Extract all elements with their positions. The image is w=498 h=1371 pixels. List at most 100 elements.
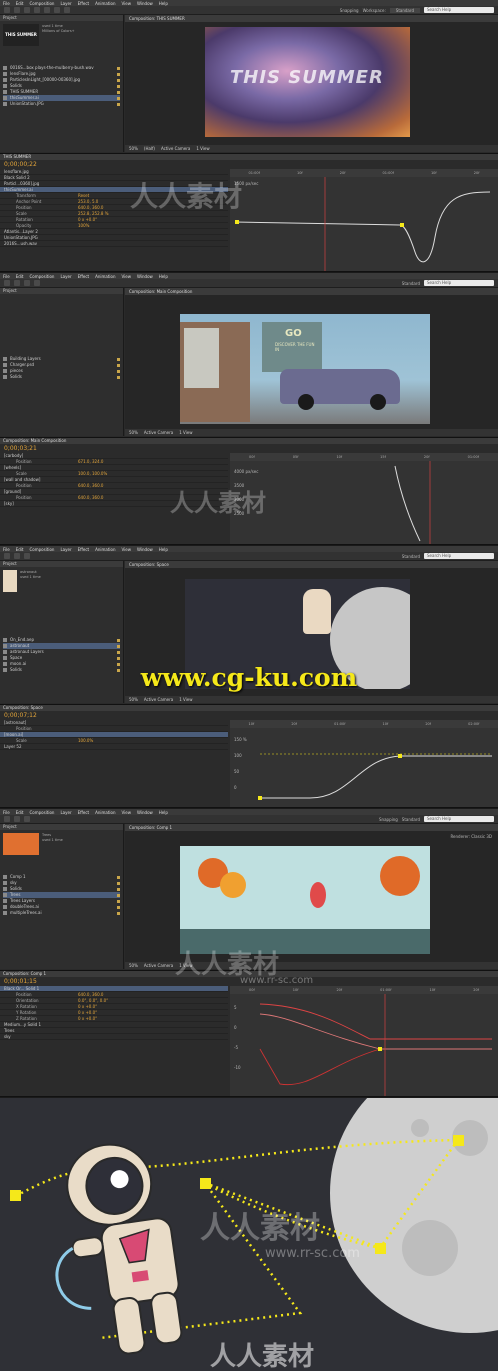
property-value[interactable]: 100.0, 100.0% [78, 471, 107, 476]
hand-tool-icon[interactable] [14, 553, 20, 559]
menu-item-view[interactable]: View [122, 1, 132, 6]
views-select[interactable]: 1 View [179, 697, 192, 702]
camera-select[interactable]: Active Camera [144, 697, 173, 702]
layer-row[interactable]: Layer 52 [0, 744, 228, 750]
property-value[interactable]: 640.0, 360.0 [78, 495, 103, 500]
text-tool-icon[interactable] [64, 7, 70, 13]
property-value[interactable]: 640.0, 360.0 [78, 483, 103, 488]
menu-item-file[interactable]: File [3, 1, 10, 6]
composition-tab[interactable]: Composition: Space [125, 561, 498, 568]
graph-editor[interactable]: 10f 20f 01:00f 10f 20f 02:00f 150 % 100 50 0 [230, 720, 498, 807]
property-value[interactable]: 100% [78, 223, 89, 228]
property-value[interactable]: Reset [78, 193, 89, 198]
property-value[interactable]: 0 x +0.0° [78, 1016, 97, 1021]
search-help-input[interactable]: Search Help [424, 280, 494, 286]
time-ruler[interactable]: 00f 05f 10f 15f 20f 01:00f [230, 453, 498, 461]
views-select[interactable]: 1 View [179, 430, 192, 435]
graph-editor[interactable]: 00f 10f 20f 01:00f 10f 20f 5 0 -5 -10 [230, 986, 498, 1096]
menu-item-composition[interactable]: Composition [29, 810, 54, 815]
menu-item-layer[interactable]: Layer [60, 547, 71, 552]
zoom-tool-icon[interactable] [24, 7, 30, 13]
camera-select[interactable]: Active Camera [161, 146, 190, 151]
composition-viewer[interactable]: THIS SUMMER [205, 27, 410, 137]
workspace-select[interactable]: Standard [402, 281, 420, 286]
menu-item-animation[interactable]: Animation [95, 547, 115, 552]
menu-item-animation[interactable]: Animation [95, 274, 115, 279]
selection-tool-icon[interactable] [4, 280, 10, 286]
rotate-tool-icon[interactable] [34, 7, 40, 13]
zoom-tool-icon[interactable] [24, 553, 30, 559]
time-ruler[interactable]: 01:00f 10f 20f 01:00f 10f 20f [230, 169, 498, 177]
zoom-tool-icon[interactable] [24, 280, 30, 286]
menu-item-help[interactable]: Help [159, 274, 168, 279]
menu-item-composition[interactable]: Composition [29, 547, 54, 552]
project-item[interactable]: UnionStation.JPG [3, 101, 120, 107]
menu-item-help[interactable]: Help [159, 810, 168, 815]
pen-tool-icon[interactable] [54, 7, 60, 13]
menu-item-view[interactable]: View [122, 547, 132, 552]
workspace-select[interactable]: Standard [402, 817, 420, 822]
menu-item-effect[interactable]: Effect [78, 810, 90, 815]
resolution-select[interactable]: (Half) [144, 146, 155, 151]
project-tab[interactable]: Project [0, 288, 123, 294]
menu-item-file[interactable]: File [3, 274, 10, 279]
menu-item-composition[interactable]: Composition [29, 1, 54, 6]
menu-item-help[interactable]: Help [159, 547, 168, 552]
views-select[interactable]: 1 View [196, 146, 209, 151]
menu-item-window[interactable]: Window [137, 547, 153, 552]
menu-item-effect[interactable]: Effect [78, 274, 90, 279]
menu-item-layer[interactable]: Layer [60, 1, 71, 6]
renderer-label[interactable]: Renderer: Classic 3D [450, 834, 492, 839]
menu-item-animation[interactable]: Animation [95, 1, 115, 6]
menu-item-view[interactable]: View [122, 810, 132, 815]
menu-item-edit[interactable]: Edit [16, 810, 24, 815]
menu-item-edit[interactable]: Edit [16, 1, 24, 6]
graph-editor[interactable]: 01:00f 10f 20f 01:00f 10f 20f 1500 px/sec [230, 169, 498, 271]
menu-item-effect[interactable]: Effect [78, 1, 90, 6]
menu-item-file[interactable]: File [3, 547, 10, 552]
selection-tool-icon[interactable] [4, 553, 10, 559]
zoom-select[interactable]: 50% [129, 146, 138, 151]
menu-item-window[interactable]: Window [137, 1, 153, 6]
menu-item-layer[interactable]: Layer [60, 810, 71, 815]
search-help-input[interactable]: Search Help [424, 7, 494, 13]
zoom-select[interactable]: 50% [129, 697, 138, 702]
menu-item-composition[interactable]: Composition [29, 274, 54, 279]
menu-item-file[interactable]: File [3, 810, 10, 815]
time-ruler[interactable]: 10f 20f 01:00f 10f 20f 02:00f [230, 720, 498, 728]
search-help-input[interactable]: Search Help [424, 553, 494, 559]
camera-tool-icon[interactable] [44, 7, 50, 13]
graph-editor[interactable]: 00f 05f 10f 15f 20f 01:00f 4000 px/sec 3500 300… [230, 453, 498, 544]
camera-select[interactable]: Active Camera [144, 963, 173, 968]
workspace-select[interactable]: Standard [389, 7, 420, 13]
zoom-tool-icon[interactable] [24, 816, 30, 822]
property-value[interactable]: 252.8, 252.8 % [78, 211, 109, 216]
hand-tool-icon[interactable] [14, 280, 20, 286]
menu-item-view[interactable]: View [122, 274, 132, 279]
selection-tool-icon[interactable] [4, 7, 10, 13]
composition-tab[interactable]: Composition: Main Composition [125, 288, 498, 295]
composition-tab[interactable]: Composition: THIS SUMMER [125, 15, 498, 22]
snapping-label[interactable]: Snapping [340, 8, 359, 13]
menu-item-animation[interactable]: Animation [95, 810, 115, 815]
property-value[interactable]: 671.0, 324.0 [78, 459, 103, 464]
workspace-select[interactable]: Standard [402, 554, 420, 559]
property-value[interactable]: 100.0% [78, 738, 93, 743]
property-value[interactable]: 0 x +0.0° [78, 1004, 97, 1009]
time-ruler[interactable]: 00f 10f 20f 01:00f 10f 20f [230, 986, 498, 994]
property-value[interactable]: 0.0°, 0.0°, 0.0° [78, 998, 108, 1003]
menu-item-window[interactable]: Window [137, 274, 153, 279]
project-item[interactable]: multipleTrees.ai [3, 910, 120, 916]
hand-tool-icon[interactable] [14, 816, 20, 822]
camera-select[interactable]: Active Camera [144, 430, 173, 435]
menu-item-effect[interactable]: Effect [78, 547, 90, 552]
composition-viewer[interactable]: GO DISCOVER THE FUN IN [180, 314, 430, 424]
menu-item-help[interactable]: Help [159, 1, 168, 6]
property-value[interactable]: 640.0, 360.0 [78, 992, 103, 997]
menu-item-edit[interactable]: Edit [16, 547, 24, 552]
zoom-select[interactable]: 50% [129, 430, 138, 435]
current-time[interactable]: 0;00;07;12 [0, 711, 498, 720]
property-value[interactable]: 0 x +0.0° [78, 1010, 97, 1015]
selection-tool-icon[interactable] [4, 816, 10, 822]
project-item[interactable]: Solids [3, 374, 120, 380]
